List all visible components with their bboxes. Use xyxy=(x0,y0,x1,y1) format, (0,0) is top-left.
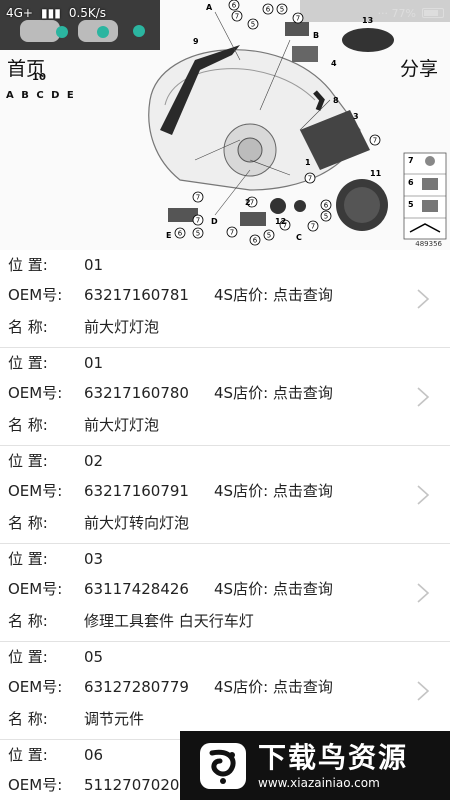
price-query-link[interactable]: 点击查询 xyxy=(273,678,333,696)
price-query-link[interactable]: 点击查询 xyxy=(273,482,333,500)
position-label: 位 置: xyxy=(8,452,48,470)
svg-text:1: 1 xyxy=(305,158,311,167)
oem-label: OEM号: xyxy=(8,286,63,304)
svg-text:5: 5 xyxy=(408,200,414,209)
oem-label: OEM号: xyxy=(8,384,63,402)
oem-label: OEM号: xyxy=(8,776,63,794)
price-label: 4S店价: xyxy=(214,580,269,598)
price-query-link[interactable]: 点击查询 xyxy=(273,286,333,304)
position-label: 位 置: xyxy=(8,256,48,274)
chevron-right-icon[interactable] xyxy=(416,386,430,408)
price-label: 4S店价: xyxy=(214,482,269,500)
svg-text:5: 5 xyxy=(267,232,271,240)
legend-letters: A B C D E xyxy=(6,90,76,101)
chevron-right-icon[interactable] xyxy=(416,484,430,506)
status-bar: 4G+ ▮▮▮ 0.5K/s ··· 77% xyxy=(6,4,444,22)
position-value: 01 xyxy=(84,256,104,274)
svg-text:C: C xyxy=(296,233,302,242)
oem-value: 63217160780 xyxy=(84,384,189,402)
price-label: 4S店价: xyxy=(214,384,269,402)
chevron-right-icon[interactable] xyxy=(416,680,430,702)
watermark-title: 下载鸟资源 xyxy=(258,740,409,774)
price-query-link[interactable]: 点击查询 xyxy=(273,384,333,402)
bird-logo-icon xyxy=(200,742,246,789)
position-label: 位 置: xyxy=(8,550,48,568)
headlight-exploded-view: 675 6 57 776 56 5 777 657 77 AB4 8313 912 … xyxy=(0,0,450,246)
list-item[interactable]: 位 置: 01 OEM号: 63217160781 4S店价: 点击查询 名 称: 前大… xyxy=(0,250,450,348)
position-label: 位 置: xyxy=(8,354,48,372)
oem-label: OEM号: xyxy=(8,580,63,598)
svg-text:3: 3 xyxy=(353,112,359,121)
svg-text:7: 7 xyxy=(308,175,312,183)
position-value: 05 xyxy=(84,648,104,666)
list-item[interactable]: 位 置: 05 OEM号: 63127280779 4S店价: 点击查询 名 称: 调节… xyxy=(0,642,450,740)
parts-list: 位 置: 01 OEM号: 63217160781 4S店价: 点击查询 名 称: 前大… xyxy=(0,250,450,800)
position-value: 06 xyxy=(84,746,104,764)
share-button[interactable]: 分享 xyxy=(400,54,438,81)
oem-value: 63127280779 xyxy=(84,678,189,696)
svg-text:5: 5 xyxy=(196,230,200,238)
svg-text:7: 7 xyxy=(196,217,200,225)
list-item[interactable]: 位 置: 02 OEM号: 63217160791 4S店价: 点击查询 名 称: 前大… xyxy=(0,446,450,544)
oem-label: OEM号: xyxy=(8,678,63,696)
position-value: 01 xyxy=(84,354,104,372)
svg-text:8: 8 xyxy=(333,96,339,105)
position-label: 位 置: xyxy=(8,746,48,764)
part-name: 前大灯灯泡 xyxy=(84,416,160,434)
name-label: 名 称: xyxy=(8,612,48,630)
part-name: 前大灯灯泡 xyxy=(84,318,160,336)
name-label: 名 称: xyxy=(8,318,48,336)
price-query-link[interactable]: 点击查询 xyxy=(273,580,333,598)
list-item[interactable]: 位 置: 01 OEM号: 63217160780 4S店价: 点击查询 名 称: 前大… xyxy=(0,348,450,446)
list-item[interactable]: 位 置: 03 OEM号: 63117428426 4S店价: 点击查询 名 称: 修理… xyxy=(0,544,450,642)
oem-value: 63117428426 xyxy=(84,580,189,598)
network-indicator: 4G+ xyxy=(6,6,33,20)
svg-text:7: 7 xyxy=(373,137,377,145)
svg-text:7: 7 xyxy=(196,194,200,202)
battery-icon xyxy=(422,8,444,18)
svg-text:7: 7 xyxy=(311,223,315,231)
oem-label: OEM号: xyxy=(8,482,63,500)
network-speed: 0.5K/s xyxy=(68,6,107,20)
name-label: 名 称: xyxy=(8,710,48,728)
chevron-right-icon[interactable] xyxy=(416,582,430,604)
part-name: 调节元件 xyxy=(84,710,145,728)
watermark-url: www.xiazainiao.com xyxy=(258,775,380,790)
figure-number: 489356 xyxy=(415,240,442,248)
legend-number: 10 xyxy=(32,72,46,83)
part-name: 前大灯转向灯泡 xyxy=(84,514,190,532)
position-value: 03 xyxy=(84,550,104,568)
position-label: 位 置: xyxy=(8,648,48,666)
price-label: 4S店价: xyxy=(214,678,269,696)
name-label: 名 称: xyxy=(8,514,48,532)
chevron-right-icon[interactable] xyxy=(416,288,430,310)
oem-value: 63217160791 xyxy=(84,482,189,500)
battery-percent: ··· 77% xyxy=(377,6,416,20)
svg-text:12: 12 xyxy=(275,217,286,226)
svg-text:E: E xyxy=(166,231,171,240)
price-label: 4S店价: xyxy=(214,286,269,304)
svg-text:6: 6 xyxy=(253,237,258,245)
watermark-banner: 下载鸟资源 www.xiazainiao.com xyxy=(180,731,450,800)
svg-text:6: 6 xyxy=(324,202,329,210)
svg-text:B: B xyxy=(313,31,319,40)
svg-text:6: 6 xyxy=(178,230,183,238)
svg-text:7: 7 xyxy=(230,229,234,237)
svg-text:9: 9 xyxy=(193,37,199,46)
svg-text:7: 7 xyxy=(408,156,414,165)
parts-diagram[interactable]: 675 657 776 565 777 657 77 AB4 8 3 13 912 … xyxy=(0,0,450,250)
part-name: 修理工具套件 白天行车灯 xyxy=(84,612,254,630)
svg-text:5: 5 xyxy=(324,213,328,221)
svg-text:2: 2 xyxy=(245,198,251,207)
svg-text:6: 6 xyxy=(408,178,414,187)
signal-icon: ▮▮▮ xyxy=(41,6,61,20)
svg-text:11: 11 xyxy=(370,169,382,178)
svg-text:D: D xyxy=(211,217,218,226)
position-value: 02 xyxy=(84,452,104,470)
oem-value: 63217160781 xyxy=(84,286,189,304)
name-label: 名 称: xyxy=(8,416,48,434)
svg-text:4: 4 xyxy=(331,59,337,68)
